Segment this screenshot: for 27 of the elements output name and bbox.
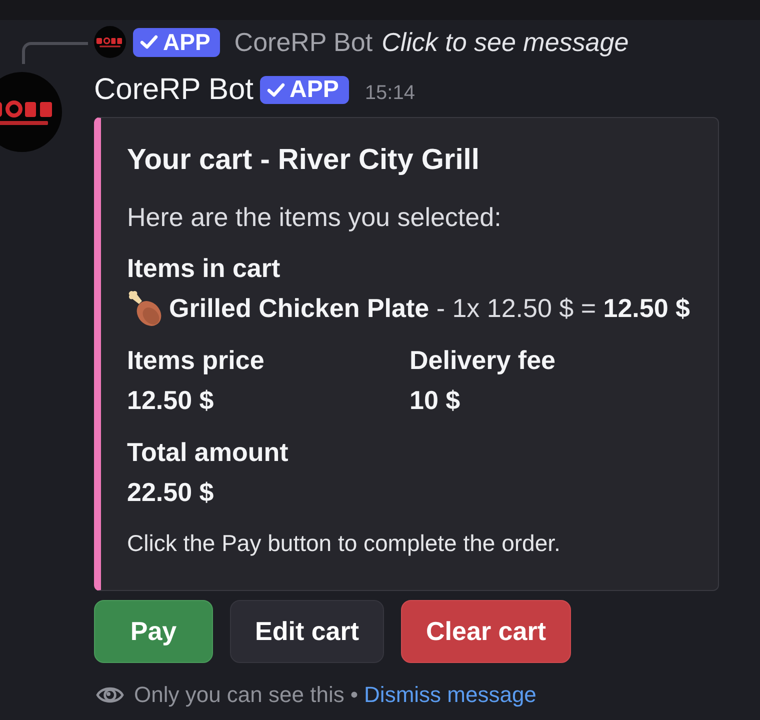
visibility-note: Only you can see this xyxy=(134,682,344,708)
info-label: Items in cart xyxy=(127,252,282,285)
bot-label: APP xyxy=(163,28,210,56)
amount-value: 22.50 $ xyxy=(127,476,215,509)
embed-footer-text: Click the Pay button to complete the order. xyxy=(127,529,562,558)
dismiss-link[interactable]: Dismiss message xyxy=(364,682,536,708)
reply-connector xyxy=(22,42,88,64)
info-label: Delivery fee xyxy=(410,344,556,377)
action-button[interactable]: Clear cart xyxy=(401,600,571,663)
action-button[interactable]: Pay xyxy=(94,600,213,663)
reply-author[interactable]: CoreRP Bot xyxy=(234,26,373,58)
embed-title: Your cart - River City Grill xyxy=(127,143,480,178)
info-label: Total amount xyxy=(127,436,290,469)
cart-item-line: Grilled Chicken Plate - 1x 12.50 $ = 12.50 $ xyxy=(169,292,690,325)
logo-avatar[interactable] xyxy=(0,72,62,152)
timestamp: 15:14 xyxy=(364,82,415,105)
action-button[interactable]: Edit cart xyxy=(230,600,384,663)
info-label: Items price xyxy=(127,344,266,377)
logo-avatar[interactable] xyxy=(94,26,126,58)
bot-label: APP xyxy=(290,76,339,104)
amount-value: 12.50 $ xyxy=(127,384,215,417)
reply-preview[interactable]: Click to see message xyxy=(382,26,629,58)
author-name[interactable]: CoreRP Bot xyxy=(94,72,254,108)
separator-dot: • xyxy=(350,682,358,708)
amount-value: 10 $ xyxy=(410,384,462,417)
embed-description: Here are the items you selected: xyxy=(127,201,502,234)
drumstick-icon xyxy=(127,289,163,327)
